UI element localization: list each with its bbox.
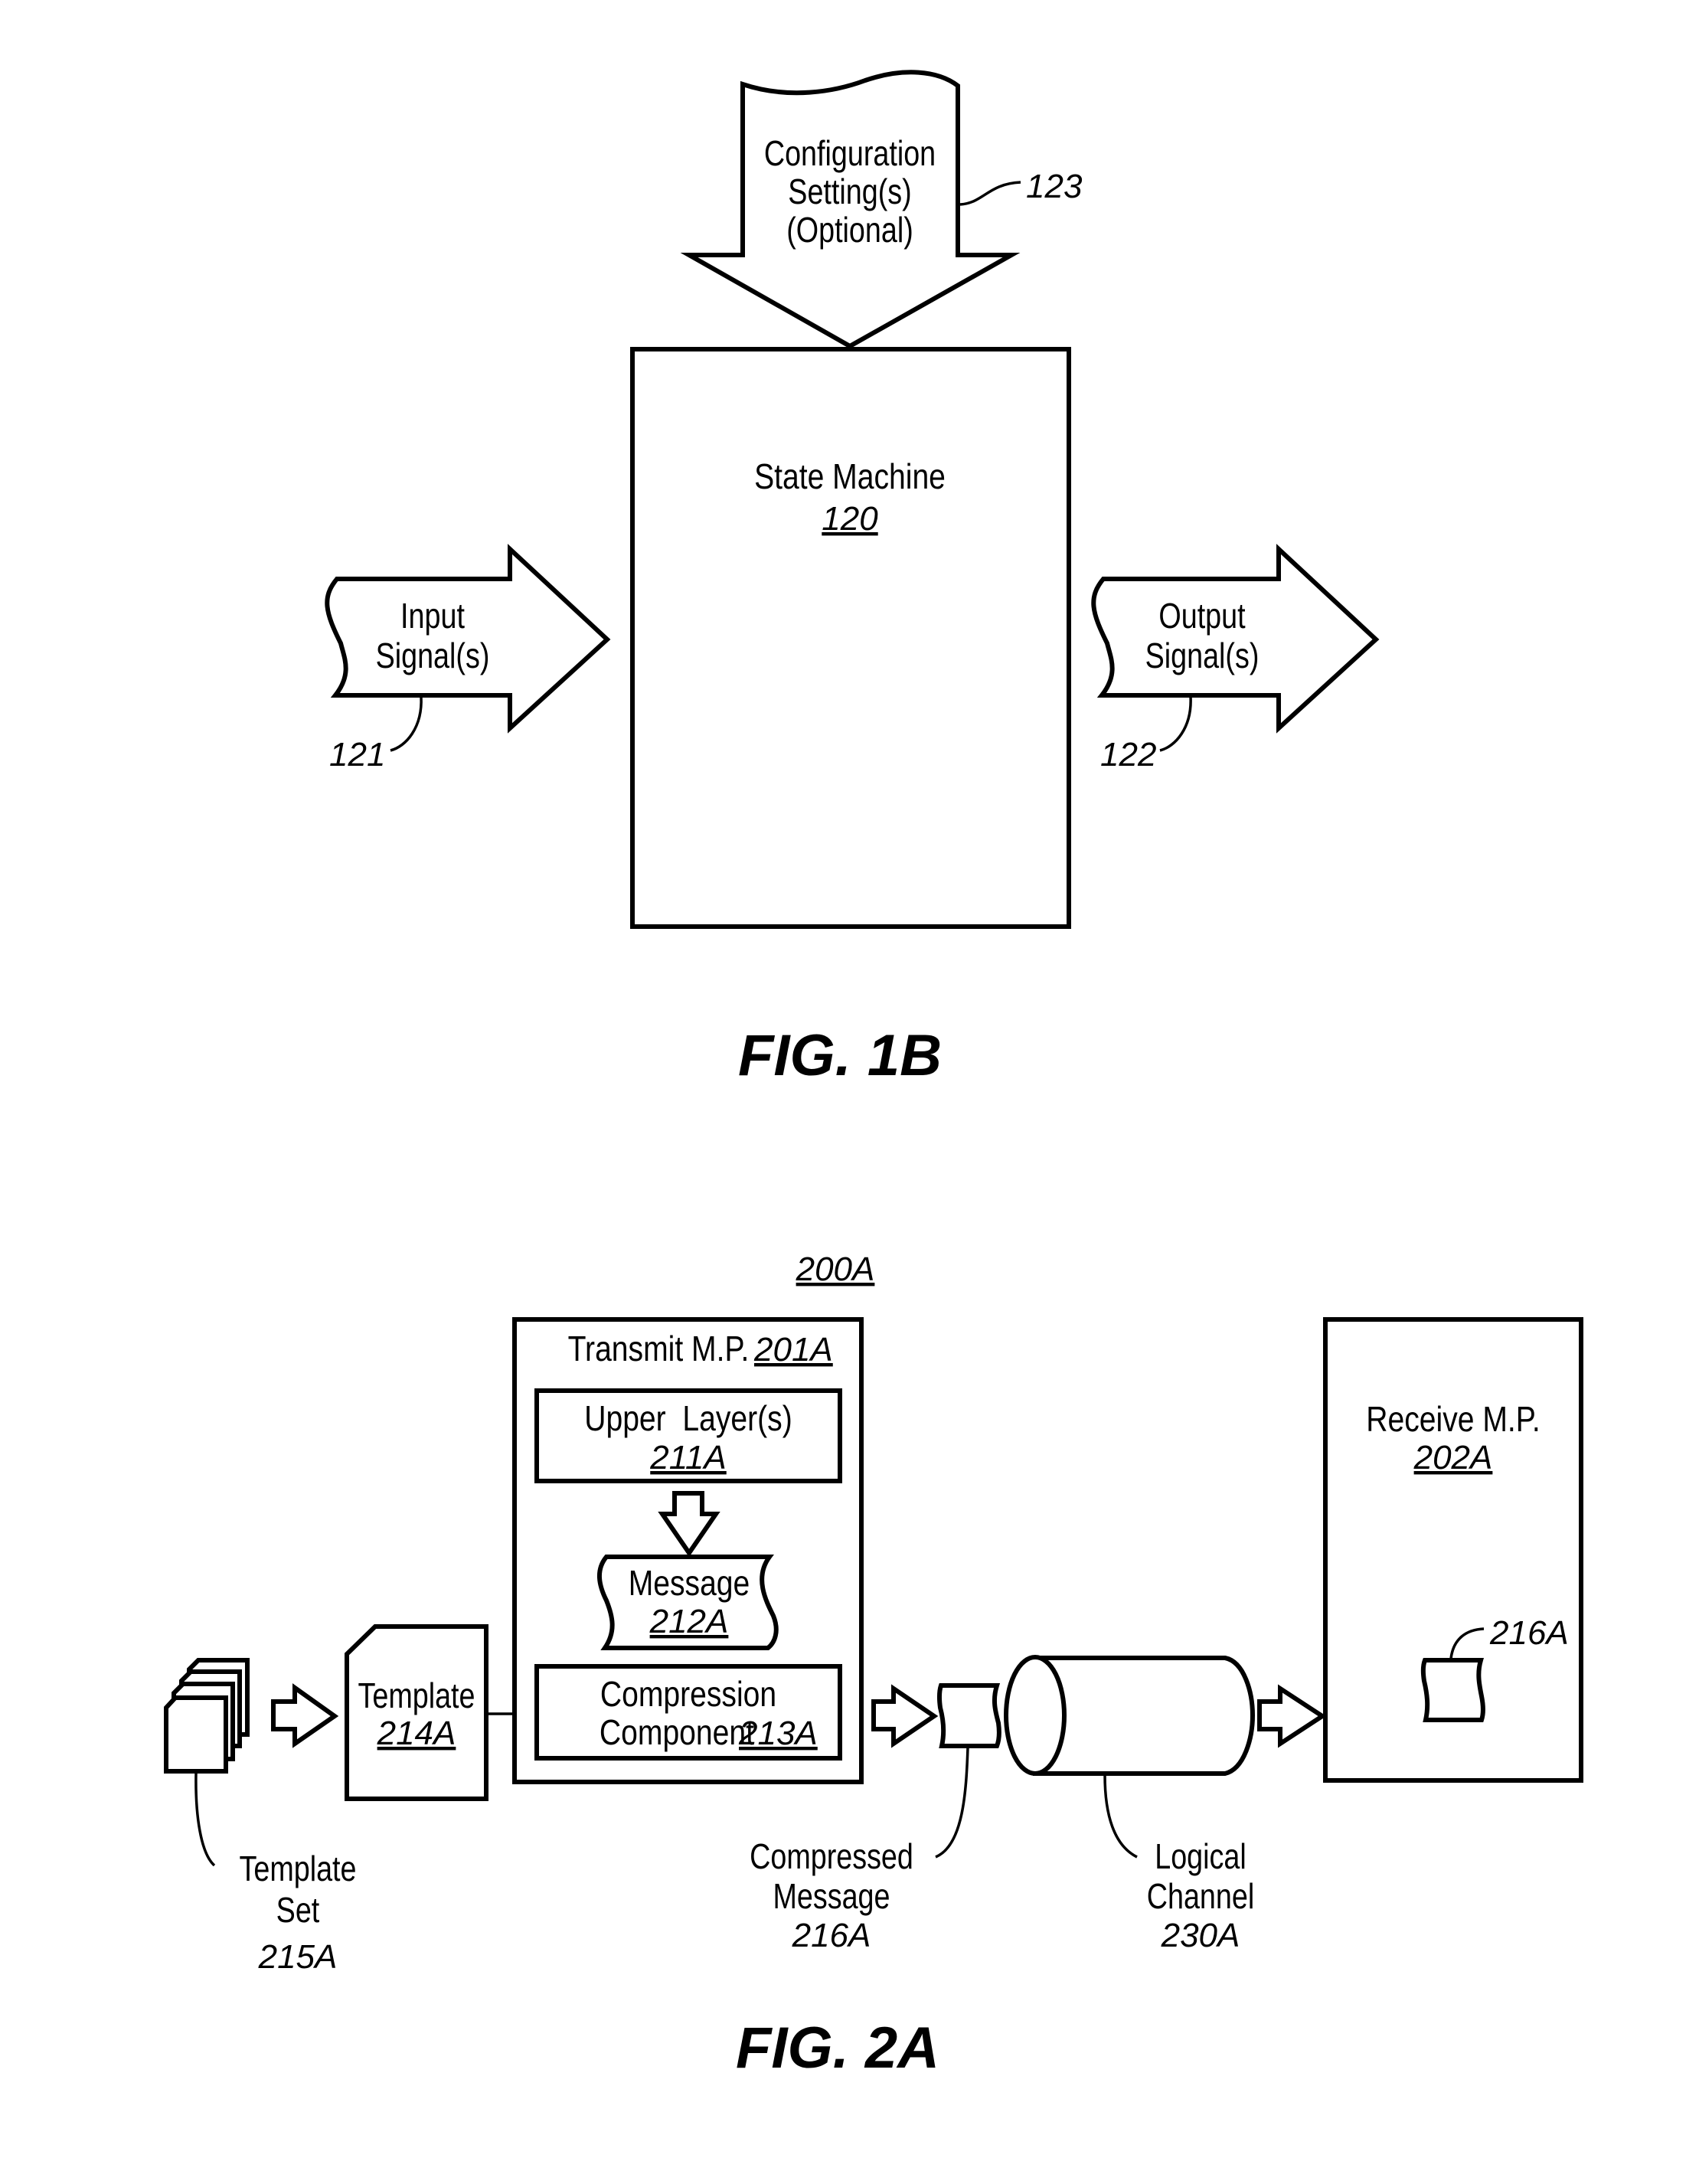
logical-channel-label-line1: Logical <box>1155 1836 1246 1875</box>
logical-channel-ref: 230A <box>1161 1917 1240 1954</box>
output-signals-arrow: Output Signal(s) 122 <box>1091 544 1380 773</box>
input-signals-arrow: Input Signal(s) 121 <box>325 544 611 773</box>
template-set-ref: 215A <box>258 1938 338 1976</box>
output-ref: 122 <box>1100 736 1156 773</box>
right-arrow-icon <box>271 1683 339 1748</box>
template-set-stack: Template Set 215A <box>164 1658 357 1976</box>
receive-title: Receive M.P. <box>1366 1400 1540 1440</box>
message-ref: 212A <box>649 1603 729 1640</box>
page-icon <box>164 1695 228 1774</box>
compression-ref: 213A <box>738 1715 818 1752</box>
output-label-line1: Output <box>1158 596 1245 635</box>
config-settings-arrow: Configuration Setting(s) (Optional) 123 <box>680 70 1083 349</box>
right-arrow-icon <box>871 1684 939 1748</box>
receive-mp-box: Receive M.P. 202A 216A <box>1323 1317 1583 1783</box>
logical-channel-leader-line <box>1103 1774 1138 1859</box>
compression-title-line1: Compression <box>600 1675 776 1715</box>
input-label-line1: Input <box>400 596 465 635</box>
figure-2a: 200A Template Set 215A Template 214A Tra… <box>164 1251 1583 2081</box>
output-label-line2: Signal(s) <box>1145 636 1260 675</box>
figure-caption-2a: FIG. 2A <box>736 2016 939 2081</box>
patent-drawing-sheet: Configuration Setting(s) (Optional) 123 … <box>164 70 1583 2081</box>
config-label-line1: Configuration <box>764 133 936 172</box>
state-machine-rect <box>630 347 1071 929</box>
input-leader-line <box>390 696 423 752</box>
output-leader-line <box>1159 696 1192 752</box>
compressed-message-leader-line <box>935 1747 969 1859</box>
received-message-ref: 216A <box>1489 1614 1569 1652</box>
template-ref: 214A <box>377 1715 456 1752</box>
template-set-label-line1: Template <box>240 1849 357 1888</box>
logical-channel-label-line2: Channel <box>1147 1876 1254 1915</box>
state-machine-title: State Machine <box>754 457 946 497</box>
state-machine-ref: 120 <box>822 500 878 538</box>
config-ref: 123 <box>1026 168 1083 205</box>
config-leader-line <box>959 181 1021 206</box>
figure-caption-1b: FIG. 1B <box>738 1023 942 1088</box>
received-message-icon <box>1420 1658 1485 1722</box>
cylinder-body <box>1033 1656 1256 1776</box>
upper-layers-title: Upper Layer(s) <box>584 1399 792 1439</box>
compressed-message-label-line1: Compressed <box>750 1836 913 1875</box>
template-set-label-line2: Set <box>276 1890 320 1929</box>
figure-1b: Configuration Setting(s) (Optional) 123 … <box>325 70 1380 1088</box>
input-ref: 121 <box>329 736 385 773</box>
input-label-line2: Signal(s) <box>376 636 490 675</box>
cylinder-end <box>1004 1655 1067 1776</box>
compression-title-line2: Component <box>600 1713 754 1753</box>
transmit-ref: 201A <box>753 1331 833 1368</box>
state-machine-box: State Machine 120 <box>630 347 1071 929</box>
template-set-leader-line <box>194 1773 216 1867</box>
config-label-line3: (Optional) <box>786 210 913 249</box>
template-title: Template <box>358 1676 475 1715</box>
right-arrow-icon <box>1257 1684 1327 1748</box>
message-title: Message <box>629 1564 750 1604</box>
template-document: Template 214A <box>345 1624 488 1801</box>
compressed-message-label-line2: Message <box>773 1876 890 1915</box>
config-label-line2: Setting(s) <box>788 172 911 211</box>
message-icon <box>936 1683 1001 1748</box>
transmit-title: Transmit M.P. <box>568 1329 750 1369</box>
logical-channel-cylinder: Logical Channel 230A <box>1004 1655 1256 1954</box>
compressed-message-ref: 216A <box>792 1917 871 1954</box>
upper-layers-ref: 211A <box>649 1439 727 1476</box>
transmit-mp-box: Transmit M.P. 201A Upper Layer(s) 211A M… <box>512 1317 864 1784</box>
receive-ref: 202A <box>1413 1439 1493 1476</box>
system-ref: 200A <box>796 1251 875 1288</box>
